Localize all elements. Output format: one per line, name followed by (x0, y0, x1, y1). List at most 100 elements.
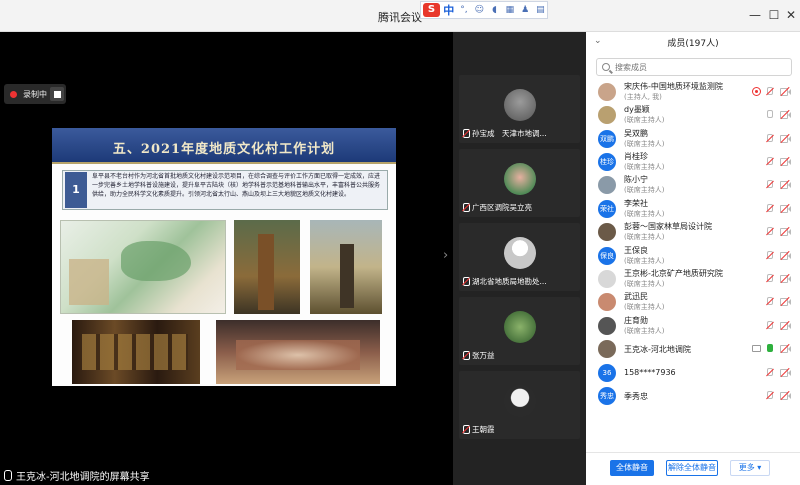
member-row[interactable]: 桂珍 肖桂珍 (联席主持人) (586, 150, 800, 172)
camera-off-icon[interactable] (780, 133, 791, 144)
member-row[interactable]: 陈小宁 (联席主持人) (586, 173, 800, 195)
member-role: (联席主持人) (624, 140, 665, 148)
mic-muted-icon[interactable] (767, 297, 773, 306)
mic-icon[interactable] (767, 110, 773, 119)
member-row[interactable]: 庄育勋 (联席主持人) (586, 314, 800, 336)
emoji-icon[interactable]: ☺ (473, 3, 486, 17)
screen-share-icon (752, 345, 761, 352)
camera-off-icon[interactable] (780, 109, 791, 120)
avatar: 荣社 (598, 200, 616, 218)
mic-muted-icon[interactable] (767, 274, 773, 283)
camera-off-icon[interactable] (780, 250, 791, 261)
mic-muted-icon[interactable] (767, 204, 773, 213)
video-tile[interactable]: 张万益 (459, 297, 580, 365)
camera-off-icon[interactable] (780, 203, 791, 214)
member-row[interactable]: 彭蓉～国家林草局设计院 (联席主持人) (586, 220, 800, 242)
minimize-icon[interactable]: — (747, 8, 763, 22)
mic-muted-icon[interactable] (767, 251, 773, 260)
mic-muted-icon[interactable] (767, 321, 773, 330)
camera-off-icon[interactable] (780, 367, 791, 378)
camera-off-icon[interactable] (780, 320, 791, 331)
ime-mode[interactable]: 中 (442, 2, 455, 18)
video-tile[interactable]: 王朝霞 (459, 371, 580, 439)
slide-photo-signpost (234, 220, 300, 314)
maximize-icon[interactable]: ☐ (766, 8, 782, 22)
camera-off-icon[interactable] (780, 390, 791, 401)
member-row[interactable]: 双鹏 吴双鹏 (联席主持人) (586, 127, 800, 149)
punctuation-icon[interactable]: °, (457, 3, 470, 17)
mic-muted-icon[interactable] (767, 227, 773, 236)
member-search-input[interactable] (615, 62, 785, 72)
mic-on-icon[interactable] (767, 344, 773, 353)
keyboard-icon[interactable]: ▦ (503, 3, 516, 17)
avatar (598, 176, 616, 194)
toolbox-icon[interactable]: ▤ (534, 3, 547, 17)
camera-off-icon[interactable] (780, 343, 791, 354)
member-row[interactable]: 宋庆伟-中国地质环境监测院 (主持人, 我) (586, 80, 800, 102)
unmute-all-button[interactable]: 解除全体静音 (666, 460, 718, 476)
member-row[interactable]: 秀忠 季秀忠 (586, 384, 800, 406)
mic-muted-icon[interactable] (767, 157, 773, 166)
avatar: 36 (598, 364, 616, 382)
screen-share-label: 王克冰-河北地调院的屏幕共享 (0, 466, 150, 485)
skin-icon[interactable]: ♟ (518, 3, 531, 17)
avatar (504, 311, 536, 343)
camera-off-icon[interactable] (780, 179, 791, 190)
video-tile[interactable]: 孙宝成 天津市地调... (459, 75, 580, 143)
member-row[interactable]: 荣社 李荣社 (联席主持人) (586, 197, 800, 219)
member-row[interactable]: 王克冰-河北地调院 (586, 337, 800, 359)
member-row[interactable]: 保良 王保良 (联席主持人) (586, 244, 800, 266)
mic-muted-icon[interactable] (767, 180, 773, 189)
slide-photo-museum-interior (216, 320, 380, 384)
mic-muted-icon[interactable] (767, 391, 773, 400)
shared-slide: 五、2021年度地质文化村工作计划 1 阜平县不老台村作为河北省首批地质文化村建… (52, 128, 396, 386)
sogou-logo-icon[interactable]: S (423, 3, 441, 17)
avatar (598, 293, 616, 311)
mic-muted-icon[interactable] (767, 368, 773, 377)
video-tile[interactable]: 广西区调院吴立亮 (459, 149, 580, 217)
close-icon[interactable]: ✕ (783, 8, 799, 22)
ime-toolbar[interactable]: S 中 °, ☺ ◖ ▦ ♟ ▤ (420, 1, 548, 19)
camera-off-icon[interactable] (780, 226, 791, 237)
member-role: (联席主持人) (624, 116, 665, 124)
member-name: 宋庆伟-中国地质环境监测院 (624, 82, 723, 91)
member-role: (联席主持人) (624, 163, 665, 171)
avatar (504, 89, 536, 121)
member-role: (联席主持人) (624, 186, 665, 194)
recording-dot-icon (10, 90, 17, 98)
member-name: 王京彬-北京矿产地质研究院 (624, 269, 723, 278)
camera-off-icon[interactable] (780, 156, 791, 167)
member-name: 武迅民 (624, 292, 648, 301)
slide-photo-monument (310, 220, 382, 314)
participant-name: 广西区调院吴立亮 (472, 203, 532, 212)
recording-label: 录制中 (23, 89, 47, 99)
camera-off-icon[interactable] (780, 86, 791, 97)
more-button[interactable]: 更多 ▾ (730, 460, 770, 476)
member-role: (主持人, 我) (624, 93, 662, 101)
member-name: 158****7936 (624, 368, 676, 377)
member-role: (联席主持人) (624, 233, 665, 241)
member-row[interactable]: 王京彬-北京矿产地质研究院 (联席主持人) (586, 267, 800, 289)
meeting-window: 腾讯会议 S 中 °, ☺ ◖ ▦ ♟ ▤ — ☐ ✕ 录制中 五、2021年度… (0, 0, 800, 485)
slide-title: 五、2021年度地质文化村工作计划 (112, 142, 336, 157)
video-tile[interactable]: 湖北省地质局地勘处... (459, 223, 580, 291)
avatar (598, 83, 616, 101)
member-search-box[interactable] (596, 58, 792, 76)
camera-off-icon[interactable] (780, 273, 791, 284)
member-name: 彭蓉～国家林草局设计院 (624, 222, 712, 231)
chevron-right-icon[interactable]: › (443, 248, 448, 263)
avatar: 保良 (598, 247, 616, 265)
stop-recording-button[interactable] (50, 87, 64, 101)
voice-icon[interactable]: ◖ (488, 3, 501, 17)
member-row[interactable]: dy墨颖 (联席主持人) (586, 103, 800, 125)
camera-off-icon[interactable] (780, 296, 791, 307)
mute-all-button[interactable]: 全体静音 (610, 460, 654, 476)
members-panel: ⌄ 成员(197人) 宋庆伟-中国地质环境监测院 (主持人, 我) dy墨颖 (联席主… (586, 32, 800, 485)
member-row[interactable]: 武迅民 (联席主持人) (586, 290, 800, 312)
member-row[interactable]: 36 158****7936 (586, 361, 800, 383)
recording-indicator[interactable]: 录制中 (4, 84, 66, 104)
avatar (598, 106, 616, 124)
mic-muted-icon[interactable] (767, 87, 773, 96)
mic-muted-icon[interactable] (767, 134, 773, 143)
member-role: (联席主持人) (624, 257, 665, 265)
